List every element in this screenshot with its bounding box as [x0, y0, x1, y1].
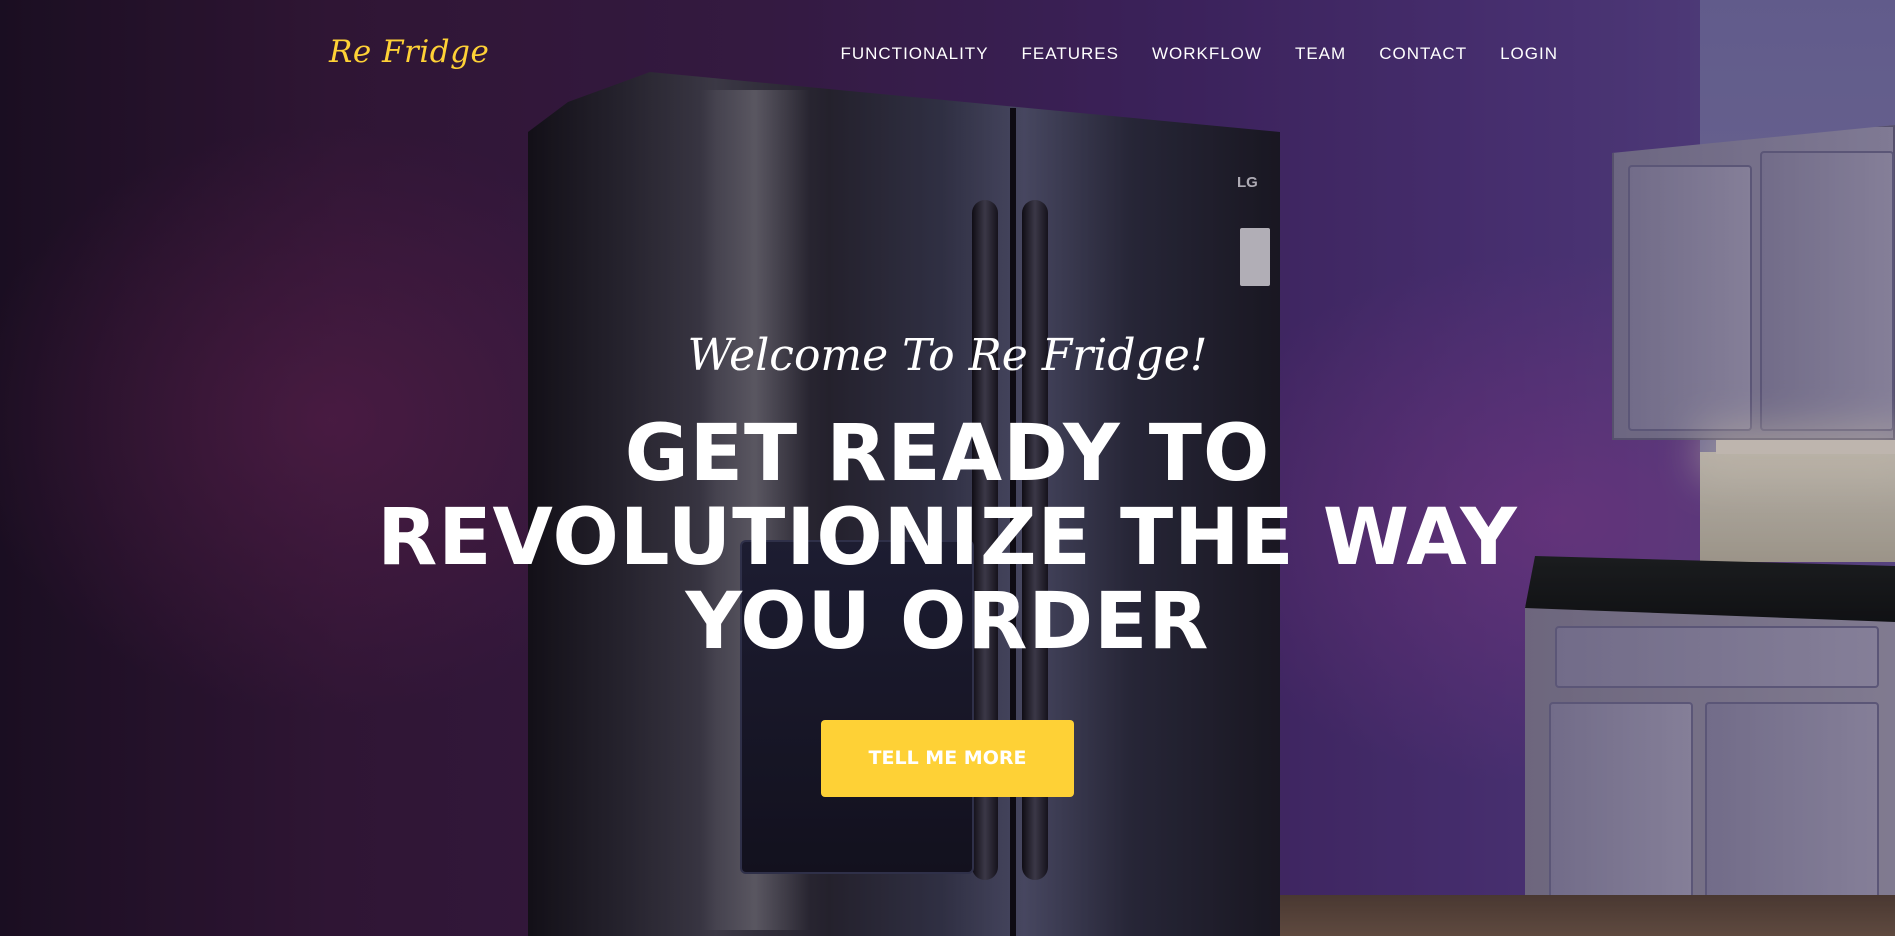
- nav-link-login[interactable]: LOGIN: [1500, 44, 1558, 63]
- nav-item-contact: CONTACT: [1379, 44, 1467, 64]
- nav-menu: FUNCTIONALITY FEATURES WORKFLOW TEAM CON…: [840, 44, 1558, 64]
- brand-logo[interactable]: Re Fridge: [329, 34, 489, 70]
- nav-item-functionality: FUNCTIONALITY: [840, 44, 988, 64]
- tell-me-more-button[interactable]: TELL ME MORE: [821, 720, 1074, 797]
- main-navbar: Re Fridge FUNCTIONALITY FEATURES WORKFLO…: [0, 0, 1895, 112]
- nav-item-workflow: WORKFLOW: [1152, 44, 1262, 64]
- nav-link-functionality[interactable]: FUNCTIONALITY: [840, 44, 988, 63]
- hero-heading: GET READY TO REVOLUTIONIZE THE WAY YOU O…: [377, 409, 1518, 667]
- nav-item-features: FEATURES: [1022, 44, 1119, 64]
- nav-item-login: LOGIN: [1500, 44, 1558, 64]
- nav-link-team[interactable]: TEAM: [1295, 44, 1346, 63]
- nav-link-contact[interactable]: CONTACT: [1379, 44, 1467, 63]
- hero-subheading: Welcome To Re Fridge!: [687, 330, 1208, 381]
- hero-section: LG Re Fridge FUNCTIONALITY FEATURES WORK…: [0, 0, 1895, 936]
- hero-intro: Welcome To Re Fridge! GET READY TO REVOL…: [0, 328, 1895, 797]
- nav-item-team: TEAM: [1295, 44, 1346, 64]
- nav-link-features[interactable]: FEATURES: [1022, 44, 1119, 63]
- nav-link-workflow[interactable]: WORKFLOW: [1152, 44, 1262, 63]
